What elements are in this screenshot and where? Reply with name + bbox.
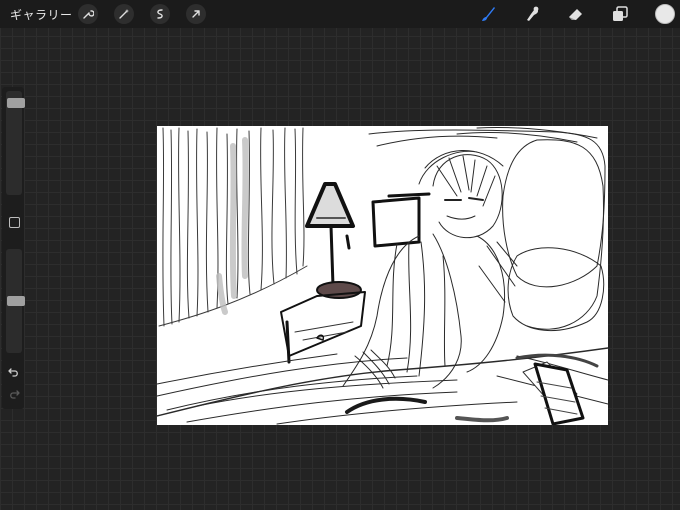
gallery-button[interactable]: ギャラリー xyxy=(10,6,73,23)
smudge-icon[interactable] xyxy=(522,4,542,24)
color-swatch[interactable] xyxy=(655,4,675,24)
eraser-icon[interactable] xyxy=(566,4,586,24)
undo-icon[interactable] xyxy=(7,365,21,379)
selection-icon[interactable] xyxy=(150,4,170,24)
redo-icon[interactable] xyxy=(7,387,21,401)
layers-icon[interactable] xyxy=(610,4,630,24)
brush-size-thumb[interactable] xyxy=(7,97,25,108)
drawing-canvas[interactable] xyxy=(157,126,608,425)
modify-square-icon[interactable] xyxy=(9,217,20,228)
magic-wand-icon[interactable] xyxy=(114,4,134,24)
brush-icon[interactable] xyxy=(478,4,498,24)
left-sidebar xyxy=(2,87,25,409)
top-toolbar: ギャラリー xyxy=(0,0,680,28)
opacity-slider[interactable] xyxy=(6,249,25,353)
opacity-thumb[interactable] xyxy=(7,296,25,306)
transform-arrow-icon[interactable] xyxy=(186,4,206,24)
sketch-artwork xyxy=(157,126,608,425)
wrench-icon[interactable] xyxy=(78,4,98,24)
brush-size-slider[interactable] xyxy=(6,91,25,195)
